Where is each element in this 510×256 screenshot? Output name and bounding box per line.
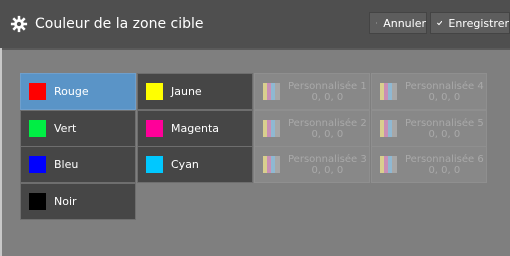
color-strip-icon <box>263 83 280 100</box>
custom-color-button-5[interactable]: Personnalisée 5 0, 0, 0 <box>371 110 487 147</box>
color-button-rouge[interactable]: Rouge <box>20 73 136 110</box>
custom-color-text: Personnalisée 4 0, 0, 0 <box>405 81 484 103</box>
color-button-bleu[interactable]: Bleu <box>20 146 136 183</box>
color-strip-icon <box>263 156 280 173</box>
color-strip-icon <box>380 83 397 100</box>
color-button-vert[interactable]: Vert <box>20 110 136 147</box>
custom-color-label: Personnalisée 5 <box>405 117 484 129</box>
close-icon <box>376 22 378 24</box>
custom-color-button-2[interactable]: Personnalisée 2 0, 0, 0 <box>254 110 370 147</box>
save-button[interactable]: Enregistrer <box>430 12 510 34</box>
header-bar: Couleur de la zone cible Annuler Enregis… <box>0 0 510 48</box>
custom-color-label: Personnalisée 2 <box>288 117 367 129</box>
custom-color-value: 0, 0, 0 <box>428 164 461 176</box>
magenta-swatch <box>146 120 163 137</box>
cancel-label: Annuler <box>383 16 426 30</box>
color-label: Magenta <box>171 122 220 135</box>
custom-color-value: 0, 0, 0 <box>311 164 344 176</box>
custom-color-button-1[interactable]: Personnalisée 1 0, 0, 0 <box>254 73 370 110</box>
color-label: Bleu <box>54 158 79 171</box>
panel-edge <box>0 48 2 256</box>
title-text: Couleur de la zone cible <box>35 16 204 32</box>
color-label: Cyan <box>171 158 199 171</box>
color-label: Jaune <box>171 85 202 98</box>
custom-color-value: 0, 0, 0 <box>311 91 344 103</box>
check-icon <box>437 20 443 26</box>
custom-color-label: Personnalisée 3 <box>288 153 367 165</box>
color-button-noir[interactable]: Noir <box>20 183 136 220</box>
custom-color-button-4[interactable]: Personnalisée 4 0, 0, 0 <box>371 73 487 110</box>
custom-color-value: 0, 0, 0 <box>311 128 344 140</box>
custom-color-value: 0, 0, 0 <box>428 91 461 103</box>
gear-icon <box>10 15 28 33</box>
custom-color-button-3[interactable]: Personnalisée 3 0, 0, 0 <box>254 146 370 183</box>
header-divider <box>0 48 510 50</box>
color-label: Noir <box>54 195 77 208</box>
custom-color-label: Personnalisée 6 <box>405 153 484 165</box>
color-button-cyan[interactable]: Cyan <box>137 146 253 183</box>
save-label: Enregistrer <box>448 16 509 30</box>
color-label: Vert <box>54 122 77 135</box>
color-label: Rouge <box>54 85 89 98</box>
custom-color-text: Personnalisée 3 0, 0, 0 <box>288 154 367 176</box>
custom-color-label: Personnalisée 1 <box>288 80 367 92</box>
red-swatch <box>29 83 46 100</box>
cyan-swatch <box>146 156 163 173</box>
cancel-button[interactable]: Annuler <box>369 12 427 34</box>
color-strip-icon <box>380 120 397 137</box>
color-strip-icon <box>380 156 397 173</box>
color-button-magenta[interactable]: Magenta <box>137 110 253 147</box>
page-title: Couleur de la zone cible <box>10 14 204 34</box>
custom-color-text: Personnalisée 5 0, 0, 0 <box>405 118 484 140</box>
black-swatch <box>29 193 46 210</box>
custom-color-text: Personnalisée 1 0, 0, 0 <box>288 81 367 103</box>
yellow-swatch <box>146 83 163 100</box>
color-button-jaune[interactable]: Jaune <box>137 73 253 110</box>
custom-color-text: Personnalisée 2 0, 0, 0 <box>288 118 367 140</box>
color-strip-icon <box>263 120 280 137</box>
custom-color-label: Personnalisée 4 <box>405 80 484 92</box>
custom-color-button-6[interactable]: Personnalisée 6 0, 0, 0 <box>371 146 487 183</box>
blue-swatch <box>29 156 46 173</box>
custom-color-text: Personnalisée 6 0, 0, 0 <box>405 154 484 176</box>
custom-color-value: 0, 0, 0 <box>428 128 461 140</box>
green-swatch <box>29 120 46 137</box>
